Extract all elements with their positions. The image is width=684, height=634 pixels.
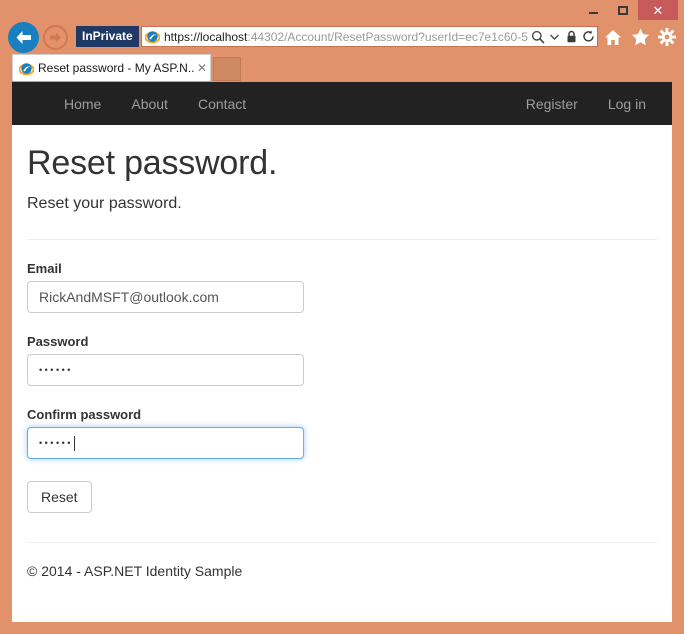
tab-strip: Reset password - My ASP.N... ✕	[0, 53, 684, 82]
close-icon: ✕	[652, 2, 664, 18]
reset-password-form: Email Password •••••• Confirm password •…	[27, 261, 657, 513]
magnifier-glyph	[531, 30, 545, 44]
email-label: Email	[27, 261, 62, 276]
confirm-password-dots: ••••••	[39, 438, 73, 448]
gear-icon[interactable]	[656, 26, 678, 48]
confirm-password-mask: ••••••	[39, 428, 292, 458]
refresh-icon[interactable]	[580, 27, 597, 46]
password-input[interactable]: ••••••	[27, 354, 304, 386]
primary-nav: Home About Contact	[49, 82, 261, 125]
form-divider	[27, 239, 657, 240]
confirm-password-input[interactable]: ••••••	[27, 427, 304, 459]
settings-glyph	[658, 28, 676, 46]
url-path: :44302/Account/ResetPassword?userId=ec7e…	[247, 29, 528, 44]
tab-title: Reset password - My ASP.N...	[38, 61, 194, 75]
reset-button[interactable]: Reset	[27, 481, 92, 513]
password-group: Password ••••••	[27, 334, 657, 386]
back-button[interactable]	[8, 22, 39, 53]
lock-icon[interactable]	[563, 27, 580, 46]
favorites-glyph	[631, 28, 649, 46]
email-input[interactable]	[27, 281, 304, 313]
inprivate-badge: InPrivate	[76, 26, 139, 47]
arrow-left-icon	[16, 31, 31, 44]
password-label: Password	[27, 334, 89, 349]
chevron-glyph	[550, 34, 559, 40]
internet-explorer-icon	[145, 31, 160, 44]
url-host: https://localhost	[164, 29, 248, 44]
text-caret	[73, 435, 75, 451]
internet-explorer-icon	[19, 62, 34, 75]
email-group: Email	[27, 261, 657, 313]
nav-item-home[interactable]: Home	[49, 82, 116, 125]
star-icon[interactable]	[629, 26, 651, 48]
account-nav: Register Log in	[511, 82, 661, 125]
minimize-icon	[588, 11, 598, 14]
page-title: Reset password.	[27, 144, 278, 182]
home-icon[interactable]	[602, 26, 624, 48]
home-glyph	[605, 29, 621, 45]
nav-item-contact[interactable]: Contact	[183, 82, 261, 125]
tab-reset-password[interactable]: Reset password - My ASP.N... ✕	[12, 54, 211, 81]
tab-close-icon[interactable]: ✕	[194, 61, 210, 75]
browser-toolbar: InPrivate https://localhost:44302/Accoun…	[0, 20, 684, 56]
close-window-button[interactable]: ✕	[638, 0, 678, 20]
nav-item-about[interactable]: About	[116, 82, 183, 125]
nav-item-register[interactable]: Register	[511, 82, 593, 125]
page-subtitle: Reset your password.	[27, 195, 182, 212]
padlock-glyph	[567, 30, 576, 43]
page-content: Reset password. Reset your password. Ema…	[12, 144, 672, 579]
browser-tool-icons	[602, 26, 678, 48]
minimize-button[interactable]	[578, 0, 608, 20]
password-mask: ••••••	[39, 365, 73, 375]
arrow-right-icon	[50, 32, 61, 43]
footer-divider	[27, 542, 657, 543]
address-bar[interactable]: https://localhost:44302/Account/ResetPas…	[141, 26, 598, 47]
search-icon[interactable]	[529, 27, 546, 46]
new-tab-button[interactable]	[213, 57, 241, 81]
url-text: https://localhost:44302/Account/ResetPas…	[164, 30, 529, 44]
browser-window: ✕ InPrivate https://localhost:44302/Acco…	[0, 0, 684, 634]
footer-copyright: © 2014 - ASP.NET Identity Sample	[27, 563, 243, 579]
maximize-button[interactable]	[608, 0, 638, 20]
forward-button[interactable]	[43, 25, 68, 50]
title-bar: ✕	[0, 0, 684, 20]
confirm-password-label: Confirm password	[27, 407, 142, 422]
chevron-down-icon[interactable]	[546, 27, 563, 46]
nav-item-login[interactable]: Log in	[593, 82, 661, 125]
reload-glyph	[583, 30, 594, 42]
confirm-password-group: Confirm password ••••••	[27, 407, 657, 459]
page-viewport: Home About Contact Register Log in Reset…	[12, 82, 672, 622]
maximize-icon	[618, 5, 628, 15]
site-navbar: Home About Contact Register Log in	[12, 82, 672, 125]
